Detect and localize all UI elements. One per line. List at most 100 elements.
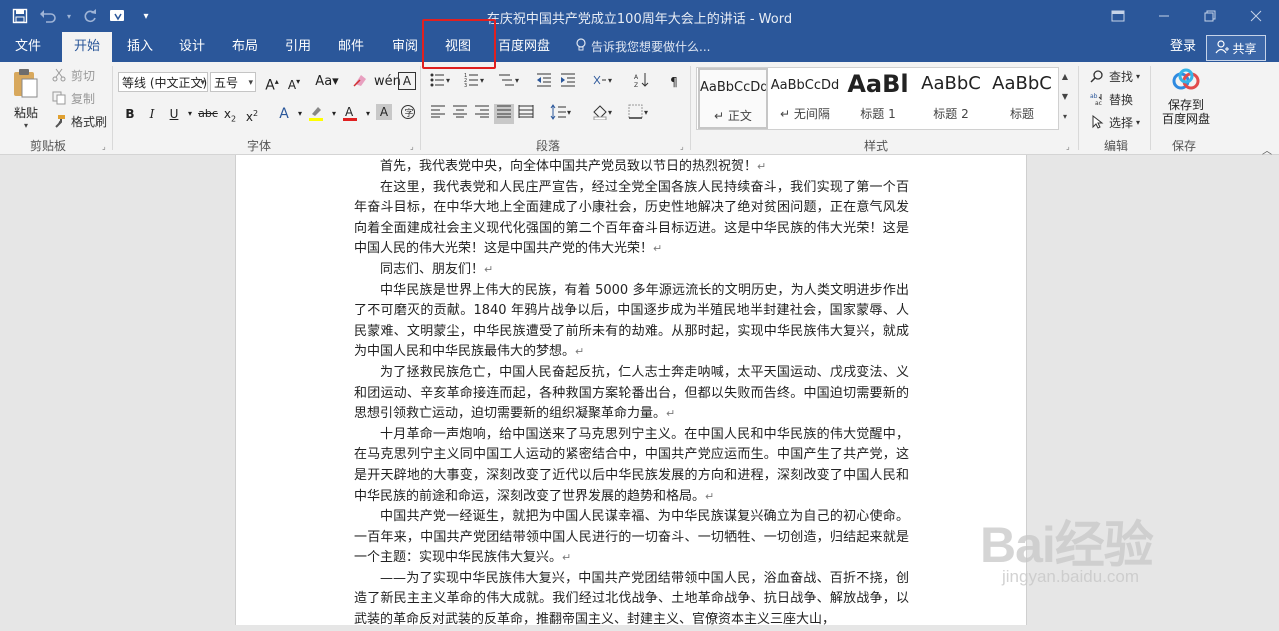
share-button[interactable]: 共享 bbox=[1206, 35, 1266, 61]
copy-button[interactable]: 复制 bbox=[50, 89, 95, 107]
tab-design[interactable]: 设计 bbox=[168, 32, 216, 62]
bullets-icon[interactable]: ▾ bbox=[428, 72, 456, 92]
share-label: 共享 bbox=[1232, 41, 1257, 56]
justify-icon[interactable] bbox=[494, 104, 514, 124]
subscript-icon[interactable]: x2 bbox=[220, 104, 240, 124]
sort-icon[interactable]: AZ bbox=[632, 72, 652, 92]
shading-icon[interactable]: ▾ bbox=[590, 104, 618, 124]
paragraph: 中华民族是世界上伟大的民族，有着 5000 多年源远流长的文明历史，为人类文明进… bbox=[354, 282, 909, 360]
chinese-layout-icon[interactable]: ▾ bbox=[590, 72, 618, 92]
multilevel-list-icon[interactable]: ▾ bbox=[496, 72, 524, 92]
save-to-baidu-button[interactable]: 保存到 百度网盘 bbox=[1158, 68, 1214, 126]
tell-me-search[interactable]: 告诉我您想要做什么... bbox=[575, 32, 710, 62]
increase-indent-icon[interactable] bbox=[558, 72, 578, 92]
document-page[interactable]: 首先，我代表党中央，向全体中国共产党员致以节日的热烈祝贺！↵ 在这里，我代表党和… bbox=[235, 155, 1027, 627]
bold-icon[interactable]: B bbox=[120, 104, 140, 124]
chevron-down-icon[interactable]: ▼ bbox=[1058, 87, 1072, 107]
distributed-icon[interactable] bbox=[516, 104, 536, 124]
copy-label: 复制 bbox=[71, 91, 96, 106]
font-color-icon[interactable]: A bbox=[340, 104, 360, 124]
minimize-icon[interactable] bbox=[1141, 0, 1187, 32]
close-icon[interactable] bbox=[1233, 0, 1279, 32]
paste-button[interactable]: 粘贴 ▾ bbox=[8, 68, 44, 130]
group-separator bbox=[1078, 66, 1079, 150]
style-no-spacing[interactable]: AaBbCcDd ↵ 无间隔 bbox=[770, 68, 840, 129]
enclose-characters-icon[interactable]: 字 bbox=[398, 104, 418, 124]
decrease-indent-icon[interactable] bbox=[534, 72, 554, 92]
shrink-font-icon[interactable]: A▾ bbox=[284, 72, 304, 92]
align-center-icon[interactable] bbox=[450, 104, 470, 124]
paragraph-group-label: 段落 bbox=[536, 139, 561, 153]
paragraph-mark-icon: ↵ bbox=[757, 160, 767, 173]
style-heading-2[interactable]: AaBbC 标题 2 bbox=[916, 68, 986, 129]
show-formatting-marks-icon[interactable]: ¶ bbox=[664, 72, 684, 92]
dialog-launcher-icon[interactable]: ⌟ bbox=[102, 142, 106, 151]
numbering-icon[interactable]: 1 2 3 ▾ bbox=[462, 72, 490, 92]
replace-label: 替换 bbox=[1109, 92, 1134, 107]
chevron-down-icon[interactable]: ▾ bbox=[180, 104, 200, 124]
style-heading-1[interactable]: AaBl 标题 1 bbox=[843, 68, 913, 129]
watermark-url: jingyan.baidu.com bbox=[1002, 567, 1140, 586]
paragraph-mark-icon: ↵ bbox=[484, 262, 494, 276]
style-normal[interactable]: AaBbCcDd ↵ 正文 bbox=[698, 68, 768, 129]
dialog-launcher-icon[interactable]: ⌟ bbox=[410, 142, 414, 151]
tab-file[interactable]: 文件 bbox=[0, 32, 56, 62]
chevron-down-icon: ▾ bbox=[23, 121, 28, 130]
highlight-color-icon[interactable] bbox=[306, 104, 326, 124]
dialog-launcher-icon[interactable]: ⌟ bbox=[680, 142, 684, 151]
window-controls bbox=[1095, 0, 1279, 32]
change-case-icon[interactable]: Aa▾ bbox=[312, 72, 342, 92]
tab-mailings[interactable]: 邮件 bbox=[327, 32, 375, 62]
strikethrough-icon[interactable]: abc bbox=[198, 104, 218, 124]
borders-icon[interactable]: ▾ bbox=[626, 104, 654, 124]
font-size-select[interactable]: 五号 ▾ bbox=[210, 72, 256, 92]
style-title[interactable]: AaBbC 标题 bbox=[987, 68, 1057, 129]
chevron-down-icon: ▾ bbox=[248, 78, 253, 88]
style-sample: AaBbC bbox=[992, 73, 1052, 94]
tab-insert[interactable]: 插入 bbox=[116, 32, 164, 62]
format-painter-button[interactable]: 格式刷 bbox=[50, 112, 107, 130]
align-left-icon[interactable] bbox=[428, 104, 448, 124]
ribbon-display-options-icon[interactable] bbox=[1095, 0, 1141, 32]
paragraph: ——为了实现中华民族伟大复兴，中国共产党团结带领中国人民，浴血奋战、百折不挠，创… bbox=[354, 570, 909, 628]
baidu-jingyan-watermark: Bai经验 jingyan.baidu.com bbox=[980, 505, 1154, 586]
more-styles-icon[interactable]: ▾ bbox=[1058, 107, 1072, 127]
chevron-up-icon[interactable]: ▲ bbox=[1058, 67, 1072, 87]
tab-home[interactable]: 开始 bbox=[62, 32, 112, 62]
grow-font-icon[interactable]: A▴ bbox=[262, 72, 282, 94]
collapse-ribbon-icon[interactable]: ︿ bbox=[1262, 142, 1272, 157]
tab-layout[interactable]: 布局 bbox=[221, 32, 269, 62]
svg-text:▾: ▾ bbox=[515, 76, 519, 85]
font-name-select[interactable]: 等线 (中文正文) ▾ bbox=[118, 72, 208, 92]
character-shading-icon[interactable]: A bbox=[376, 104, 392, 120]
chevron-down-icon[interactable]: ▾ bbox=[358, 104, 378, 124]
clear-formatting-icon[interactable] bbox=[350, 72, 370, 92]
styles-scroll[interactable]: ▲ ▼ ▾ bbox=[1058, 67, 1072, 128]
select-button[interactable]: 选择 ▾ bbox=[1088, 113, 1140, 131]
superscript-icon[interactable]: x2 bbox=[242, 104, 262, 124]
dialog-launcher-icon[interactable]: ⌟ bbox=[1066, 142, 1070, 151]
italic-icon[interactable]: I bbox=[142, 104, 162, 124]
find-button[interactable]: 查找 ▾ bbox=[1088, 67, 1140, 85]
document-body[interactable]: 首先，我代表党中央，向全体中国共产党员致以节日的热烈祝贺！↵ 在这里，我代表党和… bbox=[354, 157, 909, 631]
restore-icon[interactable] bbox=[1187, 0, 1233, 32]
cut-button[interactable]: 剪切 bbox=[50, 66, 95, 84]
paste-label: 粘贴 bbox=[13, 106, 38, 120]
login-button[interactable]: 登录 bbox=[1170, 32, 1196, 62]
svg-text:字: 字 bbox=[405, 107, 414, 119]
tab-baidu-netdisk[interactable]: 百度网盘 bbox=[493, 32, 555, 62]
tab-references[interactable]: 引用 bbox=[274, 32, 322, 62]
svg-text:ab: ab bbox=[1090, 93, 1098, 100]
line-spacing-icon[interactable]: ▾ bbox=[548, 104, 576, 124]
cursor-arrow-icon bbox=[1088, 113, 1106, 131]
character-border-icon[interactable]: A bbox=[398, 72, 416, 90]
svg-text:A: A bbox=[345, 105, 354, 119]
scissors-icon bbox=[50, 66, 68, 84]
tell-me-label: 告诉我您想要做什么... bbox=[591, 40, 711, 54]
replace-button[interactable]: ab ac 替换 bbox=[1088, 90, 1133, 108]
editing-group-label: 编辑 bbox=[1104, 139, 1129, 153]
svg-text:▾: ▾ bbox=[446, 76, 450, 85]
phonetic-guide-icon[interactable]: wén bbox=[374, 72, 401, 92]
format-painter-label: 格式刷 bbox=[71, 114, 108, 129]
align-right-icon[interactable] bbox=[472, 104, 492, 124]
